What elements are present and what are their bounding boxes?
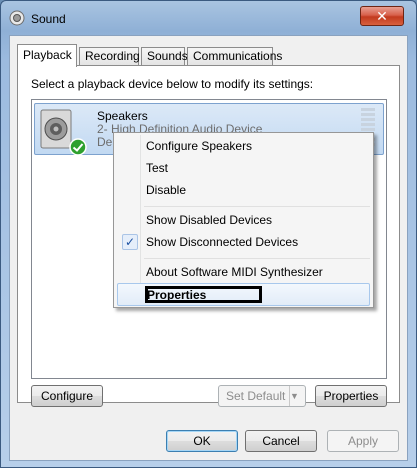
set-default-button[interactable]: Set Default ▼ — [218, 385, 306, 407]
apply-button[interactable]: Apply — [327, 430, 399, 452]
menu-item-properties[interactable]: Properties — [117, 283, 370, 306]
menu-item-label: Show Disconnected Devices — [146, 235, 299, 249]
title-bar[interactable]: Sound ✕ — [1, 1, 416, 35]
panel-instruction: Select a playback device below to modify… — [31, 77, 314, 91]
tab-sounds[interactable]: Sounds — [141, 47, 188, 66]
configure-button[interactable]: Configure — [31, 385, 103, 407]
menu-item-label: About Software MIDI Synthesizer — [146, 265, 323, 279]
menu-item-test[interactable]: Test — [117, 157, 370, 179]
sound-app-icon — [9, 10, 25, 26]
device-context-menu: Configure Speakers Test Disable Show Dis… — [113, 132, 374, 308]
menu-item-show-disconnected[interactable]: ✓ Show Disconnected Devices — [117, 231, 370, 253]
tab-sounds-label: Sounds — [147, 49, 188, 63]
close-icon: ✕ — [376, 8, 388, 24]
ok-button-label: OK — [193, 434, 211, 448]
menu-item-label: Show Disabled Devices — [146, 213, 273, 227]
device-properties-label: Properties — [323, 389, 379, 403]
tab-playback-label: Playback — [23, 48, 72, 62]
device-properties-button[interactable]: Properties — [315, 385, 387, 407]
annotation-highlight-box — [145, 286, 262, 303]
tab-playback[interactable]: Playback — [17, 44, 77, 67]
menu-item-disable[interactable]: Disable — [117, 179, 370, 201]
close-button[interactable]: ✕ — [360, 6, 404, 26]
menu-item-about-midi[interactable]: About Software MIDI Synthesizer — [117, 261, 370, 283]
check-icon: ✓ — [122, 234, 138, 250]
cancel-button[interactable]: Cancel — [245, 430, 317, 452]
default-device-check-icon — [69, 138, 87, 156]
menu-separator — [144, 206, 370, 207]
cancel-button-label: Cancel — [262, 434, 300, 448]
sound-dialog: Sound ✕ Playback Recording Sounds Commun… — [0, 0, 417, 468]
ok-button[interactable]: OK — [166, 430, 238, 452]
menu-separator — [144, 258, 370, 259]
tab-communications-label: Communications — [193, 49, 283, 63]
chevron-down-icon[interactable]: ▼ — [289, 386, 305, 406]
configure-button-label: Configure — [40, 389, 94, 403]
menu-item-label: Configure Speakers — [146, 139, 253, 153]
set-default-label: Set Default — [226, 389, 286, 403]
device-status: De — [97, 135, 113, 149]
menu-item-show-disabled[interactable]: Show Disabled Devices — [117, 209, 370, 231]
apply-button-label: Apply — [347, 434, 379, 448]
menu-item-label: Disable — [146, 183, 187, 197]
menu-item-configure-speakers[interactable]: Configure Speakers — [117, 135, 370, 157]
tab-communications[interactable]: Communications — [187, 47, 282, 66]
window-title: Sound — [31, 12, 66, 26]
device-name: Speakers — [97, 109, 148, 123]
menu-item-label: Test — [146, 161, 169, 175]
tab-recording[interactable]: Recording — [79, 47, 140, 66]
tab-recording-label: Recording — [85, 49, 140, 63]
